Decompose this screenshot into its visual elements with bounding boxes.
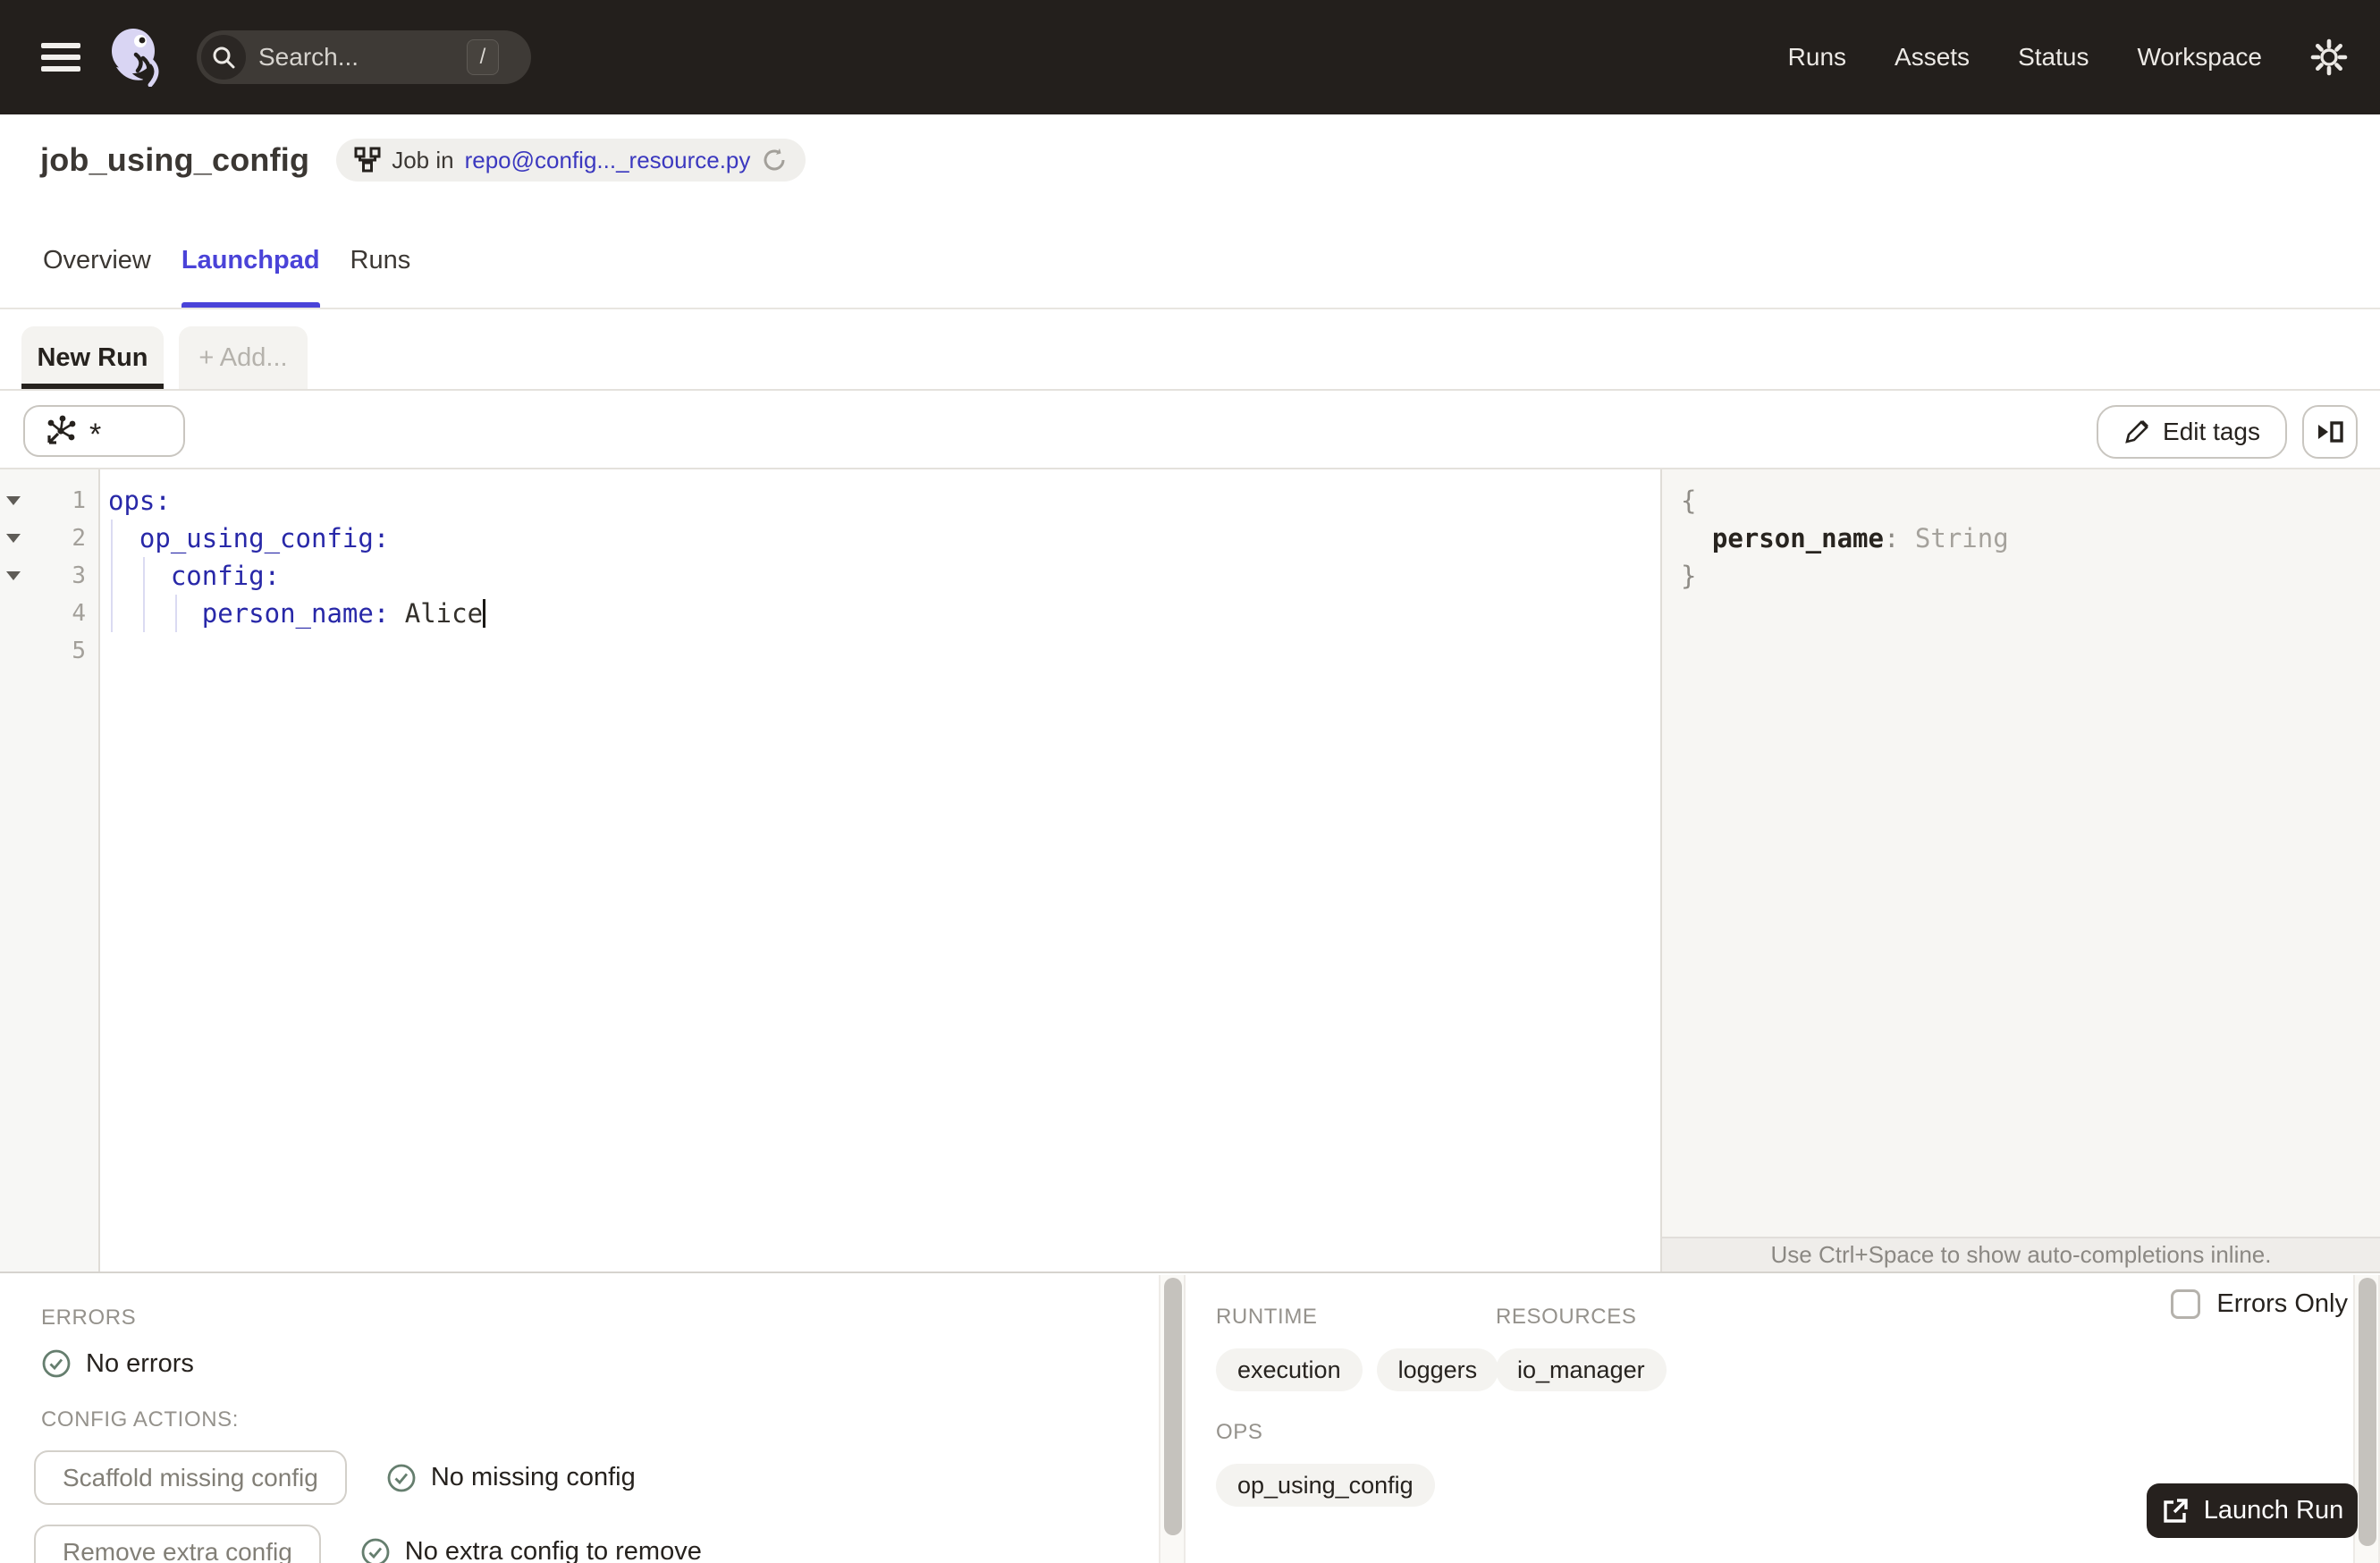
badge-prefix: Job in bbox=[392, 146, 454, 173]
schema-line: { bbox=[1681, 486, 1697, 516]
text-cursor bbox=[483, 599, 486, 628]
hamburger-menu-icon[interactable] bbox=[41, 43, 80, 72]
dagster-launchpad-page: Search... / Runs Assets Status Workspace… bbox=[0, 0, 2380, 1563]
job-origin-badge: Job in repo@config..._resource.py bbox=[336, 139, 806, 182]
no-errors-text: No errors bbox=[86, 1348, 194, 1378]
page-title: job_using_config bbox=[40, 141, 310, 178]
no-extra-config-text: No extra config to remove bbox=[404, 1537, 702, 1563]
autocomplete-hint: Use Ctrl+Space to show auto-completions … bbox=[1770, 1241, 2272, 1268]
schema-line: person_name: String bbox=[1711, 523, 2009, 553]
op-graph-icon bbox=[47, 415, 76, 444]
tab-launchpad[interactable]: Launchpad bbox=[181, 246, 320, 308]
ops-section-label: OPS bbox=[1216, 1420, 1263, 1444]
indent-guide bbox=[175, 595, 177, 632]
ops-tag-op-using-config[interactable]: op_using_config bbox=[1216, 1464, 1435, 1507]
yaml-code-area[interactable]: ops: op_using_config: config: person_nam… bbox=[100, 469, 1660, 1272]
runtime-tag-execution[interactable]: execution bbox=[1216, 1348, 1363, 1391]
resources-tag-io-manager[interactable]: io_manager bbox=[1496, 1348, 1667, 1391]
nav-link-assets[interactable]: Assets bbox=[1895, 43, 1970, 72]
tab-overview[interactable]: Overview bbox=[43, 246, 151, 308]
line-number: 4 bbox=[72, 600, 86, 627]
runtime-tag-loggers[interactable]: loggers bbox=[1376, 1348, 1499, 1391]
code-line: person_name: Alice bbox=[100, 595, 1660, 632]
code-line: config: bbox=[170, 561, 281, 591]
config-schema-panel: { person_name: String } Use Ctrl+Space t… bbox=[1662, 469, 2380, 1272]
search-placeholder: Search... bbox=[258, 43, 359, 71]
line-number: 3 bbox=[72, 562, 86, 589]
no-missing-config-text: No missing config bbox=[430, 1463, 636, 1491]
autocomplete-hint-bar: Use Ctrl+Space to show auto-completions … bbox=[1662, 1237, 2380, 1272]
remove-extra-config-button[interactable]: Remove extra config bbox=[34, 1525, 321, 1563]
repo-link[interactable]: repo@config..._resource.py bbox=[465, 147, 751, 174]
check-circle-icon bbox=[42, 1349, 71, 1378]
check-circle-icon bbox=[361, 1538, 390, 1563]
scrollbar-thumb[interactable] bbox=[2359, 1278, 2376, 1546]
tab-new-run[interactable]: New Run bbox=[21, 326, 164, 389]
schema-line: } bbox=[1681, 561, 1697, 591]
left-panel-scrollbar bbox=[1159, 1275, 1186, 1563]
job-tabs: Overview Launchpad Runs bbox=[43, 246, 410, 308]
reload-icon[interactable] bbox=[761, 147, 788, 173]
config-actions-label: CONFIG ACTIONS: bbox=[41, 1407, 240, 1432]
search-input[interactable]: Search... / bbox=[197, 30, 531, 84]
indent-guide bbox=[111, 520, 113, 632]
nav-link-runs[interactable]: Runs bbox=[1788, 43, 1846, 72]
runtime-section-label: RUNTIME bbox=[1216, 1305, 1318, 1329]
job-header: job_using_config Job in repo@config..._r… bbox=[0, 114, 2380, 309]
op-selector-input[interactable]: * bbox=[23, 405, 185, 457]
tab-runs[interactable]: Runs bbox=[350, 246, 411, 308]
top-nav: Search... / Runs Assets Status Workspace bbox=[0, 0, 2380, 114]
line-number: 1 bbox=[72, 487, 86, 514]
launch-run-button[interactable]: Launch Run bbox=[2147, 1483, 2358, 1538]
resources-section-label: RESOURCES bbox=[1496, 1305, 1637, 1329]
errors-panel: ERRORS No errors CONFIG ACTIONS: Scaffol… bbox=[0, 1273, 1159, 1563]
config-editor: 1 2 3 4 5 ops: op_using_config: config: … bbox=[0, 468, 2380, 1272]
op-selector-value: * bbox=[89, 418, 102, 452]
fold-toggle-icon[interactable] bbox=[0, 534, 27, 543]
line-number: 2 bbox=[72, 525, 86, 552]
fold-toggle-icon[interactable] bbox=[0, 571, 27, 580]
job-graph-icon bbox=[354, 147, 381, 173]
launchpad-tab-strip: New Run + Add... bbox=[0, 309, 2380, 391]
search-shortcut-badge: / bbox=[467, 39, 499, 75]
bottom-panel: ERRORS No errors CONFIG ACTIONS: Scaffol… bbox=[0, 1272, 2380, 1563]
tab-add-config[interactable]: + Add... bbox=[179, 326, 308, 389]
indent-guide bbox=[143, 557, 145, 632]
launch-icon bbox=[2164, 1498, 2188, 1523]
launch-run-label: Launch Run bbox=[2203, 1496, 2344, 1525]
expand-panel-icon bbox=[2318, 421, 2343, 443]
pencil-icon bbox=[2125, 420, 2149, 444]
launchpad-toolbar: * Edit tags bbox=[0, 391, 2380, 468]
edit-tags-button[interactable]: Edit tags bbox=[2097, 405, 2287, 459]
line-number: 5 bbox=[72, 638, 86, 664]
errors-section-label: ERRORS bbox=[41, 1305, 137, 1330]
errors-only-checkbox[interactable] bbox=[2171, 1289, 2201, 1319]
fold-toggle-icon[interactable] bbox=[0, 496, 27, 505]
scaffold-missing-config-button[interactable]: Scaffold missing config bbox=[34, 1450, 347, 1505]
errors-only-label: Errors Only bbox=[2216, 1289, 2348, 1318]
code-line: ops: bbox=[108, 486, 171, 516]
nav-link-workspace[interactable]: Workspace bbox=[2137, 43, 2262, 72]
settings-gear-icon[interactable] bbox=[2310, 38, 2348, 76]
nav-link-status[interactable]: Status bbox=[2018, 43, 2089, 72]
search-icon bbox=[201, 35, 246, 80]
scrollbar-thumb[interactable] bbox=[1164, 1278, 1182, 1535]
code-line: op_using_config: bbox=[139, 523, 390, 553]
check-circle-icon bbox=[387, 1464, 416, 1491]
editor-gutter: 1 2 3 4 5 bbox=[0, 469, 100, 1272]
dagster-logo-icon[interactable] bbox=[109, 28, 161, 87]
edit-tags-label: Edit tags bbox=[2163, 418, 2260, 445]
toggle-panel-button[interactable] bbox=[2302, 405, 2358, 459]
